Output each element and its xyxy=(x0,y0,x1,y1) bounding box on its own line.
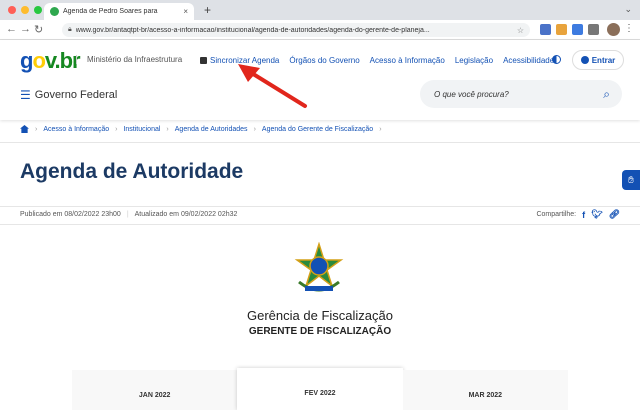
hamburger-icon: ☰ xyxy=(20,88,31,102)
user-icon xyxy=(580,56,589,64)
ministry-name: Ministério da Infraestrutura xyxy=(76,55,182,64)
favicon-icon xyxy=(50,7,59,16)
published-date: Publicado em 08/02/2022 23h00 xyxy=(20,211,121,218)
link-icon[interactable]: 🔗︎ xyxy=(609,209,620,220)
chevron-right-icon: › xyxy=(35,125,38,133)
publish-info: Publicado em 08/02/2022 23h00 | Atualiza… xyxy=(20,211,237,218)
divider xyxy=(0,224,640,225)
chevron-right-icon: › xyxy=(253,125,256,133)
url-text: www.gov.br/antaqtpt-br/acesso-a-informac… xyxy=(75,26,430,34)
month-tab[interactable]: MAR 2022 xyxy=(402,370,568,410)
reload-icon[interactable]: ↻ xyxy=(34,23,43,36)
breadcrumb-item[interactable]: Institucional xyxy=(123,126,160,133)
divider xyxy=(0,142,640,143)
back-arrow-icon[interactable]: ← xyxy=(6,23,17,35)
close-window-button[interactable] xyxy=(8,6,16,14)
role-name: GERENTE DE FISCALIZAÇÃO xyxy=(248,326,392,337)
divider xyxy=(0,206,640,207)
chevron-right-icon: › xyxy=(115,125,118,133)
chevron-right-icon: › xyxy=(379,125,382,133)
coat-of-arms-emblem xyxy=(294,242,344,292)
forward-arrow-icon[interactable]: → xyxy=(20,23,31,35)
twitter-icon[interactable]: 🐦︎ xyxy=(591,209,602,220)
lock-icon: 🔒︎ xyxy=(68,26,72,33)
chevron-right-icon: › xyxy=(166,125,169,133)
puzzle-icon[interactable] xyxy=(588,24,599,35)
legislacao-link[interactable]: Legislação xyxy=(455,56,493,65)
page-title: Agenda de Autoridade xyxy=(20,160,244,183)
unit-name: Gerência de Fiscalização xyxy=(247,308,393,323)
month-selector: JAN 2022 FEV 2022 MAR 2022 xyxy=(72,368,568,410)
acessibilidade-link[interactable]: Acessibilidade xyxy=(503,56,554,65)
month-tab-active[interactable]: FEV 2022 xyxy=(237,368,403,410)
home-icon[interactable] xyxy=(20,125,29,133)
maximize-window-button[interactable] xyxy=(34,6,42,14)
search-input[interactable]: O que você procura? xyxy=(432,90,603,99)
breadcrumb-item[interactable]: Agenda do Gerente de Fiscalização xyxy=(262,126,373,133)
new-tab-button[interactable]: + xyxy=(204,3,211,17)
login-label: Entrar xyxy=(591,55,616,65)
govbr-logo[interactable]: gov.br xyxy=(20,48,81,74)
share-label: Compartilhe: xyxy=(536,211,577,218)
separator: | xyxy=(126,211,129,218)
main-menu-button[interactable]: ☰ Governo Federal xyxy=(20,88,117,102)
minimize-window-button[interactable] xyxy=(21,6,29,14)
logo-part: g xyxy=(20,48,33,73)
calendar-icon xyxy=(200,57,207,64)
logo-part: o xyxy=(32,48,45,73)
breadcrumb: › Acesso à Informação › Institucional › … xyxy=(20,125,382,133)
updated-date: Atualizado em 09/02/2022 02h32 xyxy=(134,211,238,218)
breadcrumb-item[interactable]: Agenda de Autoridades xyxy=(175,126,248,133)
menu-label: Governo Federal xyxy=(34,89,118,101)
search-box[interactable]: O que você procura? ⌕ xyxy=(420,80,622,108)
breadcrumb-item[interactable]: Acesso à Informação xyxy=(43,126,109,133)
tab-title: Agenda de Pedro Soares para xyxy=(63,8,158,15)
browser-tabstrip: Agenda de Pedro Soares para × + ⌄ xyxy=(0,0,640,20)
search-icon[interactable]: ⌕ xyxy=(603,87,610,102)
logo-part: v.br xyxy=(44,48,81,73)
red-arrow-annotation xyxy=(238,64,307,108)
accessibility-hands-icon[interactable]: ✋︎ xyxy=(622,170,640,190)
extension-icon[interactable] xyxy=(540,24,551,35)
bookmark-star-icon[interactable]: ☆ xyxy=(517,26,524,35)
window-controls xyxy=(8,6,42,14)
login-button[interactable]: Entrar xyxy=(572,50,624,70)
browser-menu-icon[interactable]: ⋮ xyxy=(624,23,634,34)
browser-tab[interactable]: Agenda de Pedro Soares para × xyxy=(44,3,194,20)
address-bar[interactable]: 🔒︎ www.gov.br/antaqtpt-br/acesso-a-infor… xyxy=(62,23,530,37)
facebook-icon[interactable]: f xyxy=(582,210,585,220)
acesso-informacao-link[interactable]: Acesso à Informação xyxy=(370,56,445,65)
contrast-icon[interactable] xyxy=(552,55,561,64)
browser-toolbar: ← → ↻ 🔒︎ www.gov.br/antaqtpt-br/acesso-a… xyxy=(0,20,640,40)
extension-icon[interactable] xyxy=(556,24,567,35)
tab-search-icon[interactable]: ⌄ xyxy=(624,4,632,15)
share-bar: Compartilhe: f 🐦︎ 🔗︎ xyxy=(536,209,620,220)
translate-icon[interactable] xyxy=(572,24,583,35)
profile-avatar[interactable] xyxy=(607,23,620,36)
close-tab-icon[interactable]: × xyxy=(183,7,188,16)
month-tab[interactable]: JAN 2022 xyxy=(72,370,238,410)
